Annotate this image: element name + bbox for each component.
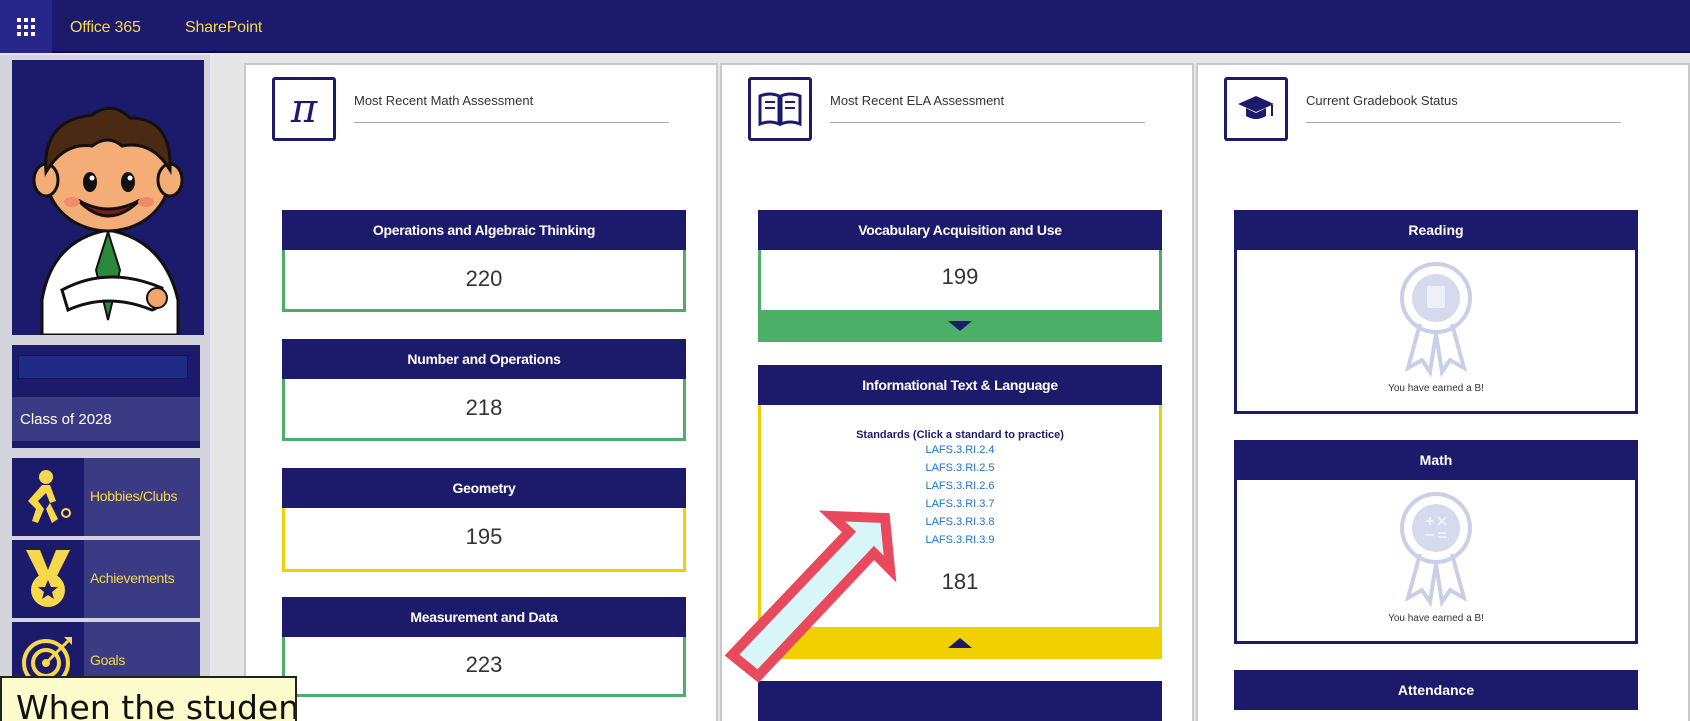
instruction-callout: When the student clicks on one of the li…	[0, 676, 297, 721]
screen: Office 365 SharePoint Class of 2028 Hobb…	[0, 0, 1690, 721]
annotation-arrow	[724, 510, 897, 683]
